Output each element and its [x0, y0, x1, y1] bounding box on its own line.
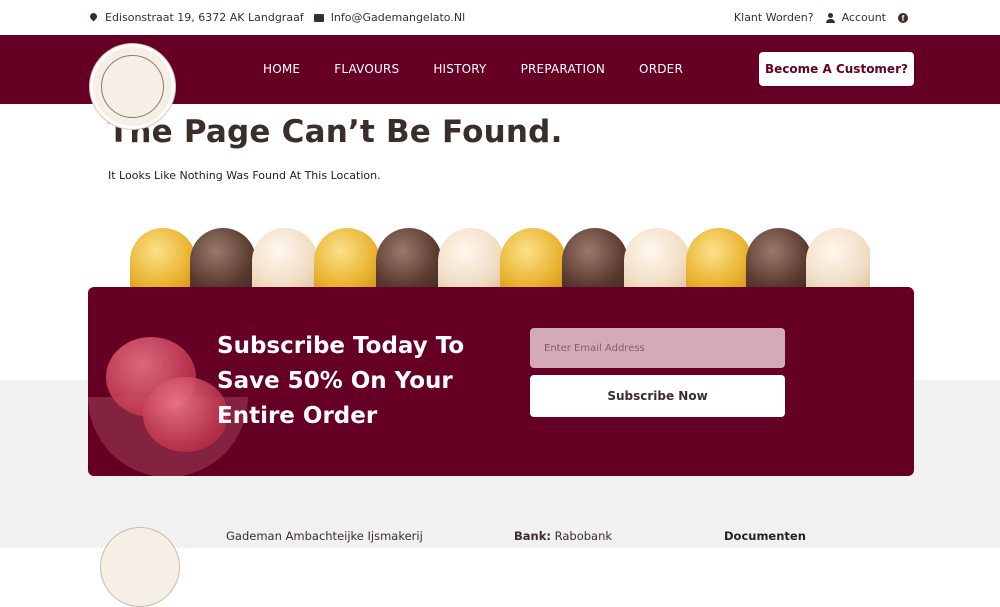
footer-logo	[100, 527, 180, 607]
bank-value: Rabobank	[554, 529, 613, 543]
facebook-icon[interactable]: f	[898, 12, 908, 23]
scoop-image	[746, 228, 812, 288]
scoop-image	[500, 228, 566, 288]
scoop-image	[252, 228, 318, 288]
top-bar: Edisonstraat 19, 6372 AK Landgraaf Info@…	[0, 0, 1000, 35]
email-input[interactable]	[530, 328, 785, 368]
scoop-image	[624, 228, 690, 288]
address-text: Edisonstraat 19, 6372 AK Landgraaf	[105, 11, 304, 24]
scoop-image	[686, 228, 752, 288]
footer-bank: Bank: Rabobank	[514, 529, 612, 543]
email-item[interactable]: Info@Gademangelato.Nl	[313, 11, 465, 24]
scoop-image	[562, 228, 628, 288]
mail-icon	[313, 13, 324, 22]
nav-item-flavours[interactable]: FLAVOURS	[334, 62, 399, 76]
page-title: The Page Can’t Be Found.	[108, 114, 563, 150]
footer-documents-heading: Documenten	[724, 529, 806, 543]
subscribe-title: Subscribe Today To Save 50% On Your Enti…	[217, 333, 465, 429]
account-link[interactable]: Account	[825, 11, 886, 24]
nav-item-preparation[interactable]: PREPARATION	[521, 62, 605, 76]
scoop-image	[130, 228, 196, 288]
footer-company-name: Gademan Ambachteijke Ijsmakerij	[226, 529, 423, 543]
address-item: Edisonstraat 19, 6372 AK Landgraaf	[89, 11, 304, 24]
logo-ring	[101, 55, 164, 118]
become-client-link[interactable]: Klant Worden?	[734, 11, 814, 24]
contact-info: Edisonstraat 19, 6372 AK Landgraaf Info@…	[89, 11, 465, 24]
nav-item-order[interactable]: ORDER	[639, 62, 683, 76]
scoop-image	[806, 228, 870, 288]
scoop-image	[376, 228, 442, 288]
logo[interactable]	[90, 44, 175, 129]
subscribe-button[interactable]: Subscribe Now	[530, 375, 785, 417]
top-links: Klant Worden? Account f	[734, 11, 908, 24]
scoop-image	[438, 228, 504, 288]
nav-menu: HOME FLAVOURS HISTORY PREPARATION ORDER	[263, 62, 717, 76]
subscribe-section: Subscribe Today To Save 50% On Your Enti…	[88, 287, 914, 476]
bank-label: Bank:	[514, 529, 551, 543]
ice-cream-strip	[130, 222, 870, 288]
email-link[interactable]: Info@Gademangelato.Nl	[331, 11, 465, 24]
nav-item-home[interactable]: HOME	[263, 62, 300, 76]
location-pin-icon	[89, 13, 98, 23]
scoop-image	[314, 228, 380, 288]
nav-item-history[interactable]: HISTORY	[433, 62, 486, 76]
account-label[interactable]: Account	[842, 11, 886, 24]
scoop-image	[190, 228, 256, 288]
page-description: It Looks Like Nothing Was Found At This …	[108, 169, 381, 182]
user-icon	[825, 12, 835, 23]
become-customer-button[interactable]: Become A Customer?	[759, 52, 914, 86]
